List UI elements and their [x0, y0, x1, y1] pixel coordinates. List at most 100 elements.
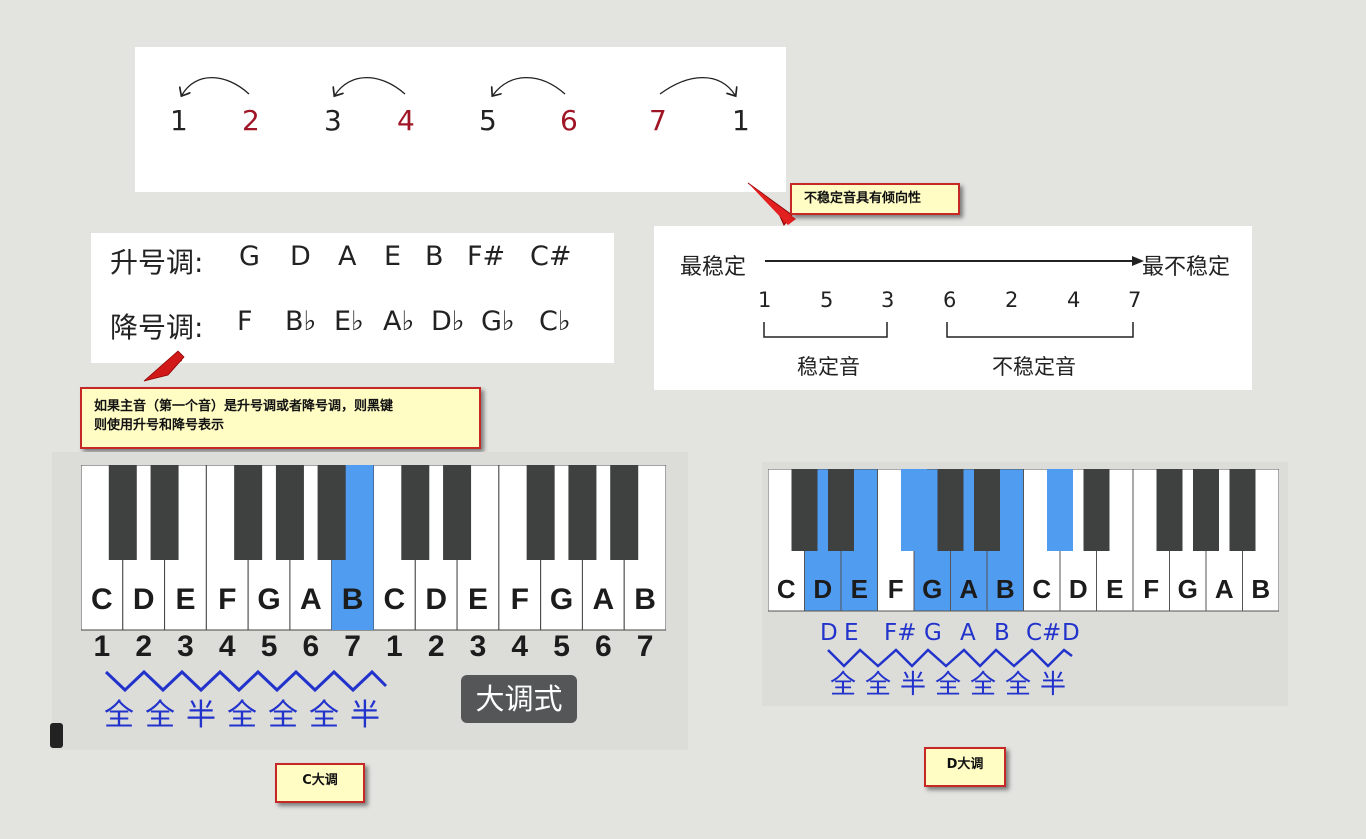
tendency-number: 7 [649, 104, 667, 137]
tendency-number: 4 [397, 104, 415, 137]
tendency-arrows [135, 76, 786, 192]
arrow-6-to-5 [493, 76, 566, 95]
step-interval: 全 [970, 670, 997, 700]
scale-degree: 3 [177, 630, 194, 663]
scale-note: F# [884, 620, 917, 646]
left-edge-marker [50, 723, 63, 748]
white-key-label: F [887, 574, 904, 604]
scale-note: A [960, 620, 976, 646]
d-major-scale-notes: D E F# G A B C# D [820, 620, 1100, 650]
black-key [828, 469, 854, 551]
step-interval: 全 [865, 670, 892, 700]
step-interval: 全 [1005, 670, 1032, 700]
step-interval: 全 [227, 698, 257, 733]
sharp-key: E [384, 241, 402, 272]
white-key-label: E [467, 583, 488, 616]
highlighted-black-key [1047, 469, 1073, 551]
scale-degree: 4 [218, 630, 236, 663]
step-interval: 全 [309, 698, 339, 733]
callout-accidentals: 如果主音（第一个音）是升号调或者降号调，则黑键 则使用升号和降号表示 [80, 387, 481, 449]
scale-degree: 5 [553, 630, 570, 663]
scale-note: C# [1026, 620, 1062, 646]
key-signature-panel: 升号调: G D A E B F# C# 降号调: F B♭ E♭ A♭ D♭ … [91, 233, 614, 363]
scale-degree: 1 [93, 630, 111, 663]
unstable-number: 4 [1067, 288, 1081, 312]
major-mode-badge: 大调式 [461, 675, 577, 723]
scale-degree: 3 [469, 630, 487, 663]
step-interval: 全 [104, 698, 134, 733]
black-key [275, 465, 304, 560]
white-key-label: D [425, 583, 447, 616]
scale-note: B [994, 620, 1010, 646]
sharp-key: G [239, 241, 260, 272]
c-major-caption: C大调 [275, 763, 365, 803]
arrow-4-to-3 [335, 76, 406, 95]
black-key [791, 469, 818, 551]
step-interval: 全 [268, 698, 298, 733]
unstable-number: 7 [1128, 288, 1142, 312]
scale-degree: 4 [511, 630, 529, 663]
flat-key: D♭ [431, 306, 465, 337]
white-key-label: B [634, 583, 656, 616]
d-major-caption-text: D大调 [946, 757, 984, 772]
white-key-label: G [549, 583, 574, 616]
flat-key: B♭ [285, 306, 317, 337]
flat-key: E♭ [334, 306, 364, 337]
sharp-key: D [290, 241, 311, 272]
white-key-label: D [813, 574, 833, 604]
step-interval: 全 [145, 698, 175, 733]
unstable-number: 2 [1005, 288, 1019, 312]
callout-tendency-text: 不稳定音具有倾向性 [804, 191, 922, 206]
scale-note: G [924, 620, 942, 646]
unstable-caption: 不稳定音 [992, 355, 1076, 379]
callout-accidentals-line2: 则使用升号和降号表示 [94, 418, 225, 433]
white-key-label: A [592, 583, 615, 616]
white-key-label: C [91, 583, 113, 616]
step-interval: 半 [900, 670, 927, 700]
sharp-key: F# [467, 241, 506, 272]
sharp-key: B [425, 241, 444, 272]
black-key [1193, 469, 1219, 551]
major-mode-badge-text: 大调式 [475, 682, 563, 716]
c-major-steps: 全全半全全全半 [104, 690, 404, 733]
flat-keys-label: 降号调: [110, 311, 204, 344]
stable-number: 1 [758, 288, 772, 312]
black-key [234, 465, 263, 560]
d-major-key-labels: CDEFGABCDEFGAB [768, 574, 1279, 610]
scale-degree: 6 [302, 630, 320, 663]
least-stable-label: 最不稳定 [1142, 255, 1231, 280]
stability-panel: 最稳定 最不稳定 1 5 3 6 2 4 7 稳定音 不稳定音 [654, 226, 1252, 390]
black-key [443, 465, 472, 560]
step-interval: 半 [186, 698, 216, 733]
flat-key: G♭ [481, 306, 515, 337]
white-key-label: D [132, 583, 155, 616]
black-key [568, 465, 597, 560]
white-key-label: B [341, 583, 364, 616]
c-major-caption-text: C大调 [302, 773, 338, 788]
callout-accidentals-line1: 如果主音（第一个音）是升号调或者降号调，则黑键 [94, 399, 394, 414]
tendency-number: 1 [170, 104, 188, 137]
scale-note: D [820, 620, 838, 646]
white-key-label: G [257, 583, 281, 616]
stable-caption: 稳定音 [797, 355, 860, 379]
sharp-key: A [338, 241, 357, 272]
black-key [108, 465, 137, 560]
tendency-number: 5 [479, 104, 497, 137]
scale-degree: 7 [344, 630, 361, 663]
black-key [610, 465, 639, 560]
white-key-label: A [959, 574, 979, 604]
white-key-label: B [995, 574, 1015, 604]
tendency-number: 6 [560, 104, 578, 137]
unstable-number: 6 [943, 288, 957, 312]
highlighted-black-key [901, 469, 927, 551]
scale-degree: 1 [386, 630, 403, 663]
c-major-degrees: 12345671234567 [81, 630, 666, 670]
white-key-label: A [1214, 574, 1234, 604]
step-interval: 全 [935, 670, 962, 700]
black-key [1229, 469, 1256, 551]
scale-degree: 5 [260, 630, 278, 663]
callout-pointer [143, 350, 185, 382]
black-key [1083, 469, 1110, 551]
tendency-panel: 1 2 3 4 5 6 7 1 [135, 47, 786, 192]
scale-degree: 6 [594, 630, 612, 663]
